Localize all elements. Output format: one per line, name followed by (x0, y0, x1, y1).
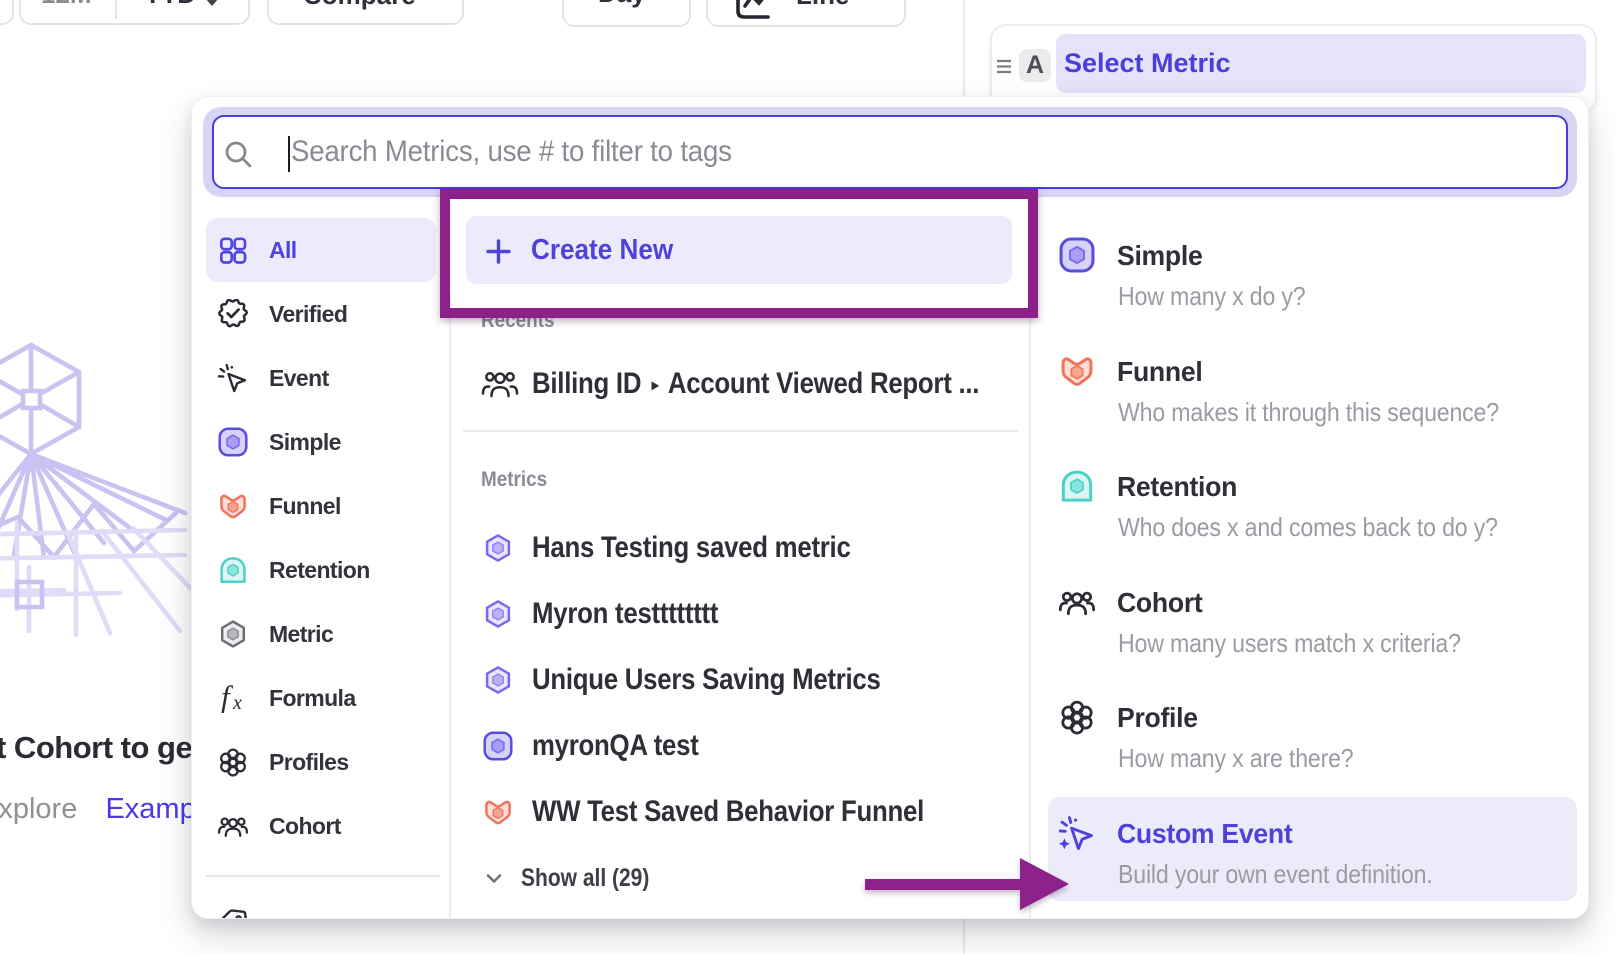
svg-text:x: x (232, 692, 242, 713)
